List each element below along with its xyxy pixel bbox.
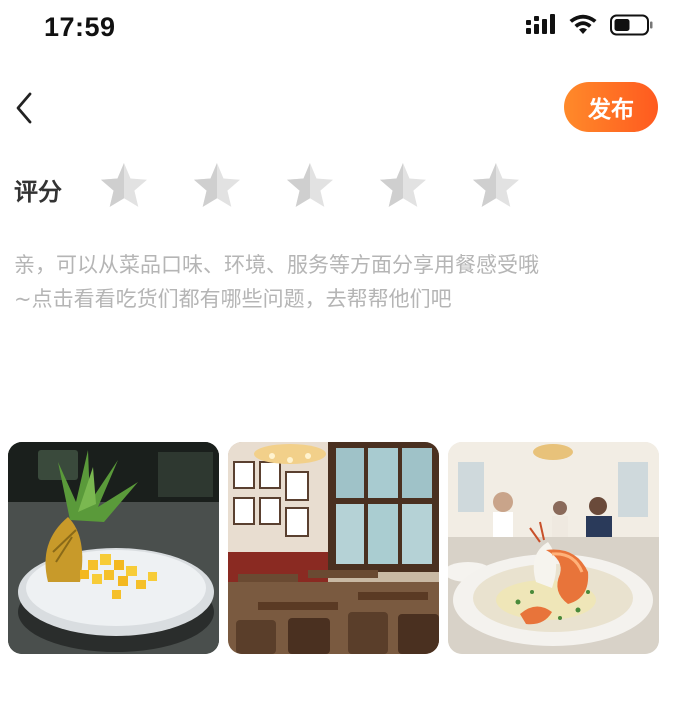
status-icons bbox=[526, 14, 654, 36]
star-icon-1[interactable] bbox=[98, 160, 150, 212]
battery-icon bbox=[610, 14, 653, 36]
back-button[interactable] bbox=[6, 88, 42, 128]
pineapple-dish-photo[interactable] bbox=[8, 442, 219, 654]
chevron-left-icon bbox=[16, 92, 32, 124]
signal-icon bbox=[526, 14, 555, 34]
status-time: 17:59 bbox=[44, 12, 116, 42]
nav-bar: 发布 bbox=[0, 76, 680, 140]
star-icon-5[interactable] bbox=[470, 160, 522, 212]
star-rating bbox=[98, 160, 522, 212]
wifi-icon bbox=[569, 14, 597, 34]
rating-row: 评分 bbox=[0, 160, 680, 214]
photo-list bbox=[8, 442, 659, 654]
shrimp-dish-photo[interactable] bbox=[448, 442, 659, 654]
restaurant-interior-photo[interactable] bbox=[228, 442, 439, 654]
publish-button[interactable]: 发布 bbox=[564, 82, 658, 132]
star-icon-2[interactable] bbox=[191, 160, 243, 212]
rating-label: 评分 bbox=[14, 178, 62, 206]
star-icon-4[interactable] bbox=[377, 160, 429, 212]
review-textarea[interactable]: 亲，可以从菜品口味、环境、服务等方面分享用餐感受哦 ~点击看看吃货们都有哪些问题… bbox=[14, 248, 674, 316]
status-bar: 17:59 bbox=[0, 0, 680, 58]
star-icon-3[interactable] bbox=[284, 160, 336, 212]
